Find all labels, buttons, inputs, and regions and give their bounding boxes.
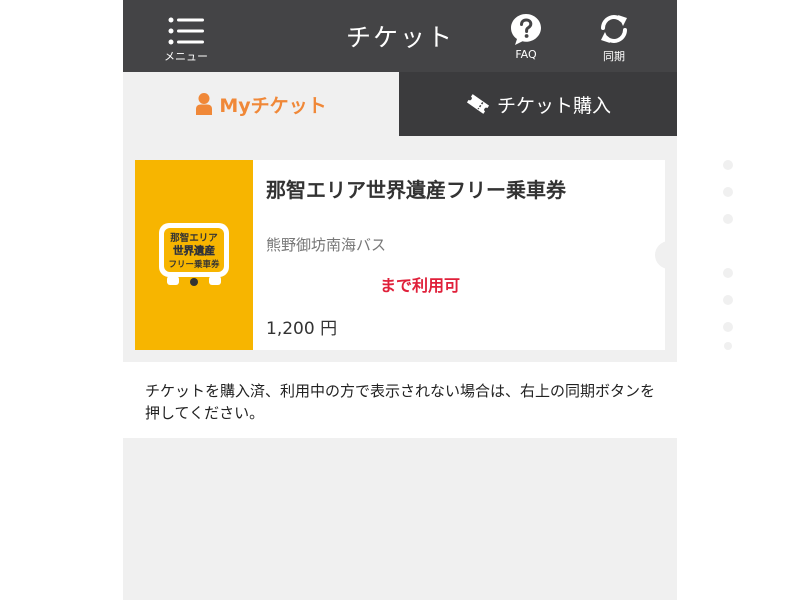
tab-buy-ticket[interactable]: チケット購入 — [399, 72, 677, 136]
svg-text:世界遺産: 世界遺産 — [173, 244, 215, 257]
ticket-price: 1,200 円 — [266, 319, 338, 339]
menu-button[interactable]: メニュー — [151, 10, 221, 68]
faq-icon — [511, 14, 541, 45]
ticket-perforation — [723, 160, 733, 350]
app-screen: メニュー チケット FAQ 同期 Myチケット チケット購入 那智エリア 世界遺… — [123, 0, 733, 600]
ticket-validity: まで利用可 — [380, 276, 461, 295]
sync-label: 同期 — [603, 50, 625, 63]
ticket-list: 那智エリア 世界遺産 フリー乗車券 那智エリア世界遺産フリー乗車券 熊野御坊南海… — [123, 136, 733, 362]
svg-text:那智エリア: 那智エリア — [170, 232, 218, 244]
menu-label: メニュー — [164, 50, 208, 63]
sync-button[interactable]: 同期 — [589, 12, 639, 68]
faq-button[interactable]: FAQ — [501, 12, 551, 68]
svg-text:フリー乗車券: フリー乗車券 — [168, 259, 220, 270]
ticket-company: 熊野御坊南海バス — [266, 236, 387, 254]
ticket-image: 那智エリア 世界遺産 フリー乗車券 — [135, 160, 253, 350]
menu-icon — [168, 17, 204, 45]
ticket-body: 那智エリア世界遺産フリー乗車券 熊野御坊南海バス まで利用可 1,200 円 — [253, 160, 733, 350]
ticket-notch — [655, 241, 665, 269]
tab-my-tickets[interactable]: Myチケット — [123, 72, 399, 136]
ticket-icon — [466, 94, 490, 114]
tab-bar: Myチケット チケット購入 — [123, 72, 677, 136]
person-icon — [196, 93, 213, 115]
ticket-name: 那智エリア世界遺産フリー乗車券 — [266, 178, 566, 202]
notice-text: チケットを購入済、利用中の方で表示されない場合は、右上の同期ボタンを押してくださ… — [145, 382, 656, 422]
ticket-card[interactable]: 那智エリア 世界遺産 フリー乗車券 那智エリア世界遺産フリー乗車券 熊野御坊南海… — [135, 160, 733, 350]
tab-buy-ticket-label: チケット購入 — [496, 94, 611, 117]
sync-icon — [601, 15, 627, 43]
faq-label: FAQ — [515, 48, 537, 61]
tab-my-tickets-label: Myチケット — [219, 94, 327, 117]
bus-icon: 那智エリア 世界遺産 フリー乗車券 — [159, 223, 229, 286]
app-header: メニュー チケット FAQ 同期 — [123, 0, 677, 72]
sync-notice: チケットを購入済、利用中の方で表示されない場合は、右上の同期ボタンを押してくださ… — [123, 362, 677, 438]
